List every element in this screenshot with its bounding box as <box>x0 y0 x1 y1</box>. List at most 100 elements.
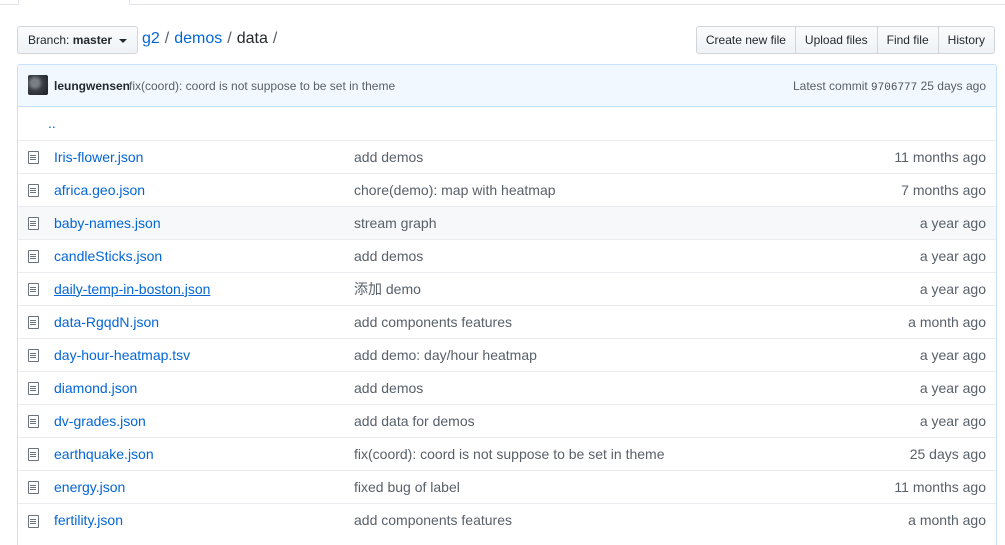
find-file-button[interactable]: Find file <box>876 26 939 54</box>
file-icon <box>28 448 39 462</box>
commit-message-cell: add demos <box>354 370 826 404</box>
breadcrumb: g2/demos / data / <box>142 28 282 50</box>
file-icon <box>28 316 39 330</box>
table-row: data-RgqdN.json add components features a … <box>18 304 996 338</box>
file-commit-message[interactable]: chore(demo): map with heatmap <box>354 182 556 198</box>
top-tab-border <box>0 4 1005 5</box>
commit-message-cell: add demo: day/hour heatmap <box>354 337 826 371</box>
age-cell: a year ago <box>826 271 996 305</box>
file-icon <box>28 382 39 396</box>
file-actions: Create new file Upload files Find file H… <box>695 26 995 54</box>
file-name-cell: data-RgqdN.json <box>54 304 354 338</box>
file-name-link[interactable]: fertility.json <box>54 512 123 528</box>
table-row: africa.geo.json chore(demo): map with hea… <box>18 172 996 206</box>
file-name-link[interactable]: earthquake.json <box>54 446 154 462</box>
table-row: dv-grades.json add data for demos a year a… <box>18 403 996 437</box>
commit-message-cell: add components features <box>354 502 826 536</box>
file-commit-message[interactable]: fix(coord): coord is not suppose to be s… <box>354 446 665 462</box>
file-commit-message[interactable]: add demos <box>354 248 423 264</box>
latest-commit-bar: leungwensen fix(coord): coord is not sup… <box>18 65 996 107</box>
file-icon <box>28 349 39 363</box>
icon-cell <box>18 205 54 239</box>
file-name-link[interactable]: daily-temp-in-boston.json <box>54 281 210 297</box>
file-name-cell: Iris-flower.json <box>54 139 354 173</box>
file-name-link[interactable]: dv-grades.json <box>54 413 146 429</box>
icon-cell <box>18 469 54 503</box>
file-age: a year ago <box>919 214 986 231</box>
file-name-link[interactable]: candleSticks.json <box>54 248 162 264</box>
file-commit-message[interactable]: add components features <box>354 512 512 528</box>
table-row: diamond.json add demos a year ago <box>18 370 996 404</box>
file-commit-message[interactable]: add demos <box>354 380 423 396</box>
commit-message-cell: chore(demo): map with heatmap <box>354 172 826 206</box>
commit-message-cell: add data for demos <box>354 403 826 437</box>
commit-author[interactable]: leungwensen <box>54 79 130 93</box>
create-new-file-button[interactable]: Create new file <box>695 26 796 54</box>
file-commit-message[interactable]: add demo: day/hour heatmap <box>354 347 537 363</box>
parent-dir-cell: .. <box>18 107 996 140</box>
table-row: daily-temp-in-boston.json 添加 demo a year a… <box>18 271 996 305</box>
file-name-link[interactable]: day-hour-heatmap.tsv <box>54 347 190 363</box>
file-name-cell: energy.json <box>54 469 354 503</box>
parent-dir-link[interactable]: .. <box>48 115 56 131</box>
breadcrumb-dir-link[interactable]: demos <box>174 30 222 47</box>
commit-age: 25 days ago <box>920 79 986 93</box>
file-name-link[interactable]: energy.json <box>54 479 125 495</box>
icon-cell <box>18 271 54 305</box>
icon-cell <box>18 502 54 536</box>
file-icon <box>28 151 39 165</box>
icon-cell <box>18 238 54 272</box>
table-row: earthquake.json fix(coord): coord is not … <box>18 436 996 470</box>
file-commit-message[interactable]: add data for demos <box>354 413 475 429</box>
file-commit-message[interactable]: add components features <box>354 314 512 330</box>
branch-prefix: Branch: <box>28 33 70 47</box>
file-name-cell: fertility.json <box>54 502 354 536</box>
caret-down-icon <box>119 38 128 43</box>
file-name-link[interactable]: africa.geo.json <box>54 182 145 198</box>
age-cell: a year ago <box>826 205 996 239</box>
active-tab-edge <box>18 0 130 5</box>
file-icon <box>28 415 39 429</box>
file-name-link[interactable]: data-RgqdN.json <box>54 314 159 330</box>
file-name-cell: baby-names.json <box>54 205 354 239</box>
commit-message-cell: fixed bug of label <box>354 469 826 503</box>
breadcrumb-separator: / <box>272 30 278 47</box>
file-icon <box>28 250 39 264</box>
file-age: 11 months ago <box>894 478 986 495</box>
file-list: leungwensen fix(coord): coord is not sup… <box>17 64 997 545</box>
file-icon <box>28 283 39 297</box>
age-cell: a month ago <box>826 304 996 338</box>
table-row: Iris-flower.json add demos 11 months ago <box>18 139 996 173</box>
breadcrumb-repo-link[interactable]: g2 <box>142 30 160 47</box>
file-commit-message[interactable]: add demos <box>354 149 423 165</box>
age-cell: a year ago <box>826 238 996 272</box>
file-navigation: Branch: master g2/demos / data / Create new… <box>17 26 997 54</box>
age-cell: 11 months ago <box>826 469 996 503</box>
file-age: a year ago <box>919 280 986 297</box>
file-name-link[interactable]: Iris-flower.json <box>54 149 143 165</box>
age-cell: a month ago <box>826 502 996 536</box>
upload-files-button[interactable]: Upload files <box>794 26 878 54</box>
commit-message[interactable]: fix(coord): coord is not suppose to be s… <box>129 79 395 93</box>
file-age: a year ago <box>919 379 986 396</box>
file-name-link[interactable]: diamond.json <box>54 380 137 396</box>
icon-cell <box>18 304 54 338</box>
file-name-cell: day-hour-heatmap.tsv <box>54 337 354 371</box>
icon-cell <box>18 337 54 371</box>
table-row: energy.json fixed bug of label 11 months a… <box>18 469 996 503</box>
commit-message-cell: add demos <box>354 139 826 173</box>
branch-select-button[interactable]: Branch: master <box>17 26 139 54</box>
file-icon <box>28 514 39 528</box>
avatar[interactable] <box>28 75 48 95</box>
icon-cell <box>18 172 54 206</box>
file-icon <box>28 184 39 198</box>
history-button[interactable]: History <box>937 26 995 54</box>
commit-message-cell: 添加 demo <box>354 271 826 305</box>
file-commit-message[interactable]: fixed bug of label <box>354 479 460 495</box>
file-commit-message[interactable]: stream graph <box>354 215 436 231</box>
icon-cell <box>18 370 54 404</box>
file-age: 11 months ago <box>894 148 986 165</box>
file-name-link[interactable]: baby-names.json <box>54 215 161 231</box>
file-commit-message[interactable]: 添加 demo <box>354 281 421 297</box>
commit-sha-link[interactable]: 9706777 <box>871 82 917 94</box>
